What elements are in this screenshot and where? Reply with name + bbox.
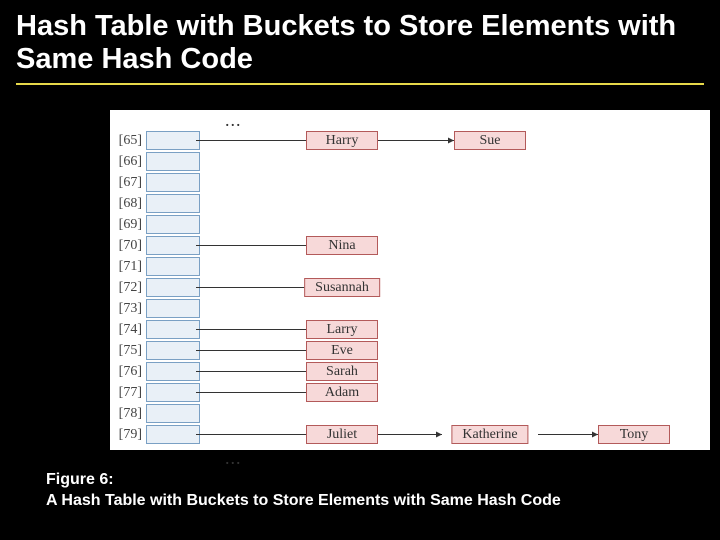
- bucket-slot: [146, 320, 200, 339]
- table-row: [72]: [110, 277, 200, 298]
- bucket-node: Larry: [306, 320, 378, 339]
- bucket-index: [70]: [110, 238, 146, 254]
- table-row: [69]: [110, 214, 200, 235]
- bucket-slot: [146, 236, 200, 255]
- table-row: [77]: [110, 382, 200, 403]
- hash-table-rows: [65] [66] [67] [68] [69] [70] [71] [72] [73] [74]…: [110, 130, 200, 445]
- bucket-node: Katherine: [451, 425, 528, 444]
- hash-table-figure: ... [65] [66] [67] [68] [69] [70] [71] [72] [73]…: [110, 110, 710, 450]
- table-row: [76]: [110, 361, 200, 382]
- table-row: [75]: [110, 340, 200, 361]
- bucket-index: [66]: [110, 154, 146, 170]
- bucket-slot: [146, 383, 200, 402]
- bucket-index: [65]: [110, 133, 146, 149]
- bucket-slot: [146, 152, 200, 171]
- table-row: [66]: [110, 151, 200, 172]
- table-row: [68]: [110, 193, 200, 214]
- table-row: [71]: [110, 256, 200, 277]
- bucket-index: [79]: [110, 427, 146, 443]
- bucket-index: [72]: [110, 280, 146, 296]
- bucket-index: [68]: [110, 196, 146, 212]
- bucket-slot: [146, 194, 200, 213]
- table-row: [70]: [110, 235, 200, 256]
- figure-caption: Figure 6: A Hash Table with Buckets to S…: [46, 469, 561, 512]
- table-row: [79]: [110, 424, 200, 445]
- table-row: [65]: [110, 130, 200, 151]
- bucket-index: [74]: [110, 322, 146, 338]
- ellipsis-bottom: ...: [225, 448, 242, 469]
- bucket-slot: [146, 131, 200, 150]
- title-underline: [16, 83, 704, 85]
- bucket-slot: [146, 425, 200, 444]
- table-row: [74]: [110, 319, 200, 340]
- bucket-index: [76]: [110, 364, 146, 380]
- bucket-node: Nina: [306, 236, 378, 255]
- bucket-slot: [146, 257, 200, 276]
- bucket-slot: [146, 278, 200, 297]
- table-row: [73]: [110, 298, 200, 319]
- bucket-node: Sue: [454, 131, 526, 150]
- bucket-node: Sarah: [306, 362, 378, 381]
- bucket-index: [78]: [110, 406, 146, 422]
- bucket-index: [71]: [110, 259, 146, 275]
- bucket-node: Tony: [598, 425, 670, 444]
- bucket-index: [77]: [110, 385, 146, 401]
- table-row: [78]: [110, 403, 200, 424]
- bucket-node: Adam: [306, 383, 378, 402]
- arrows-layer: [110, 110, 710, 470]
- bucket-slot: [146, 215, 200, 234]
- bucket-index: [75]: [110, 343, 146, 359]
- caption-line2: A Hash Table with Buckets to Store Eleme…: [46, 490, 561, 512]
- bucket-slot: [146, 404, 200, 423]
- bucket-slot: [146, 173, 200, 192]
- bucket-slot: [146, 362, 200, 381]
- bucket-node: Juliet: [306, 425, 378, 444]
- bucket-slot: [146, 299, 200, 318]
- page-title: Hash Table with Buckets to Store Element…: [16, 10, 704, 77]
- bucket-index: [73]: [110, 301, 146, 317]
- bucket-index: [69]: [110, 217, 146, 233]
- caption-line1: Figure 6:: [46, 469, 561, 491]
- table-row: [67]: [110, 172, 200, 193]
- ellipsis-top: ...: [225, 110, 242, 131]
- bucket-slot: [146, 341, 200, 360]
- bucket-index: [67]: [110, 175, 146, 191]
- bucket-node: Eve: [306, 341, 378, 360]
- bucket-node: Susannah: [304, 278, 380, 297]
- bucket-node: Harry: [306, 131, 378, 150]
